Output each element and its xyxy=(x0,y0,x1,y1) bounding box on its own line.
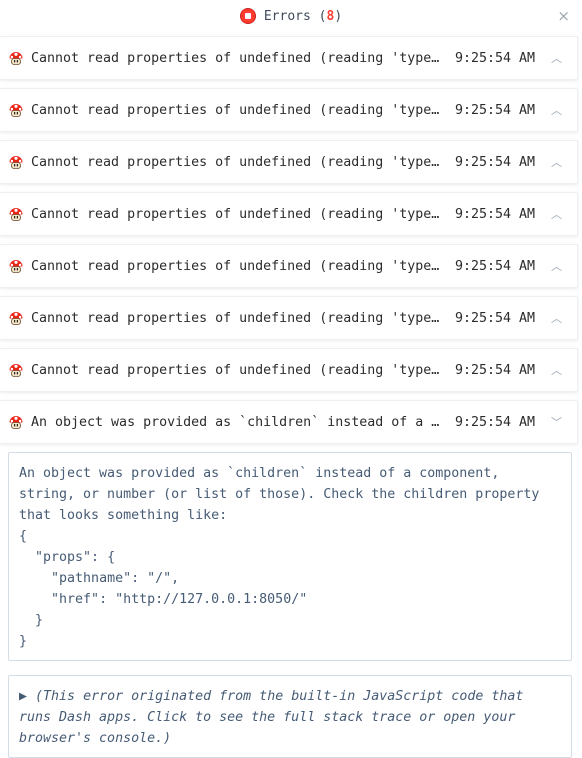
error-time: 9:25:54 AM xyxy=(455,206,536,222)
mushroom-error-icon xyxy=(8,310,24,326)
error-row[interactable]: Cannot read properties of undefined (rea… xyxy=(0,88,578,132)
error-message: Cannot read properties of undefined (rea… xyxy=(31,102,441,118)
mushroom-error-icon xyxy=(8,258,24,274)
chevron-up-icon[interactable]: ︿ xyxy=(551,50,577,66)
error-message: Cannot read properties of undefined (rea… xyxy=(31,154,441,170)
stop-icon xyxy=(239,8,256,24)
error-message: Cannot read properties of undefined (rea… xyxy=(31,362,441,378)
error-message: Cannot read properties of undefined (rea… xyxy=(31,258,441,274)
error-row[interactable]: Cannot read properties of undefined (rea… xyxy=(0,140,578,184)
mushroom-error-icon xyxy=(8,206,24,222)
expand-arrow-icon[interactable]: ▶ xyxy=(19,689,27,704)
mushroom-error-icon xyxy=(8,50,24,66)
chevron-up-icon[interactable]: ︿ xyxy=(551,102,577,118)
error-row[interactable]: Cannot read properties of undefined (rea… xyxy=(0,348,578,392)
mushroom-error-icon xyxy=(8,102,24,118)
error-message: An object was provided as `children` ins… xyxy=(31,414,441,430)
mushroom-error-icon xyxy=(8,154,24,170)
stack-trace-note: (This error originated from the built-in… xyxy=(19,689,524,746)
error-time: 9:25:54 AM xyxy=(455,310,536,326)
error-detail-panel: An object was provided as `children` ins… xyxy=(8,452,572,661)
chevron-up-icon[interactable]: ︿ xyxy=(551,258,577,274)
error-message: Cannot read properties of undefined (rea… xyxy=(31,310,441,326)
error-time: 9:25:54 AM xyxy=(455,258,536,274)
chevron-up-icon[interactable]: ︿ xyxy=(551,206,577,222)
errors-title: Errors xyxy=(263,8,311,24)
error-time: 9:25:54 AM xyxy=(455,102,536,118)
error-time: 9:25:54 AM xyxy=(455,362,536,378)
error-row[interactable]: Cannot read properties of undefined (rea… xyxy=(0,244,578,288)
error-time: 9:25:54 AM xyxy=(455,414,536,430)
error-time: 9:25:54 AM xyxy=(455,154,536,170)
error-row[interactable]: Cannot read properties of undefined (rea… xyxy=(0,36,578,80)
errors-header: Errors (8) × xyxy=(0,0,582,32)
chevron-up-icon[interactable]: ︿ xyxy=(551,154,577,170)
error-row[interactable]: An object was provided as `children` ins… xyxy=(0,400,578,444)
chevron-up-icon[interactable]: ︿ xyxy=(551,362,577,378)
error-row[interactable]: Cannot read properties of undefined (rea… xyxy=(0,296,578,340)
mushroom-error-icon xyxy=(8,362,24,378)
mushroom-error-icon xyxy=(8,414,24,430)
error-row[interactable]: Cannot read properties of undefined (rea… xyxy=(0,192,578,236)
stack-trace-toggle[interactable]: ▶ (This error originated from the built-… xyxy=(8,675,572,758)
error-detail-text: An object was provided as `children` ins… xyxy=(19,466,540,649)
error-count: 8 xyxy=(326,8,335,24)
close-icon[interactable]: × xyxy=(557,7,570,25)
error-message: Cannot read properties of undefined (rea… xyxy=(31,50,441,66)
error-message: Cannot read properties of undefined (rea… xyxy=(31,206,441,222)
chevron-down-icon[interactable]: ﹀ xyxy=(551,414,577,430)
chevron-up-icon[interactable]: ︿ xyxy=(551,310,577,326)
error-list: Cannot read properties of undefined (rea… xyxy=(0,36,582,444)
error-time: 9:25:54 AM xyxy=(455,50,536,66)
